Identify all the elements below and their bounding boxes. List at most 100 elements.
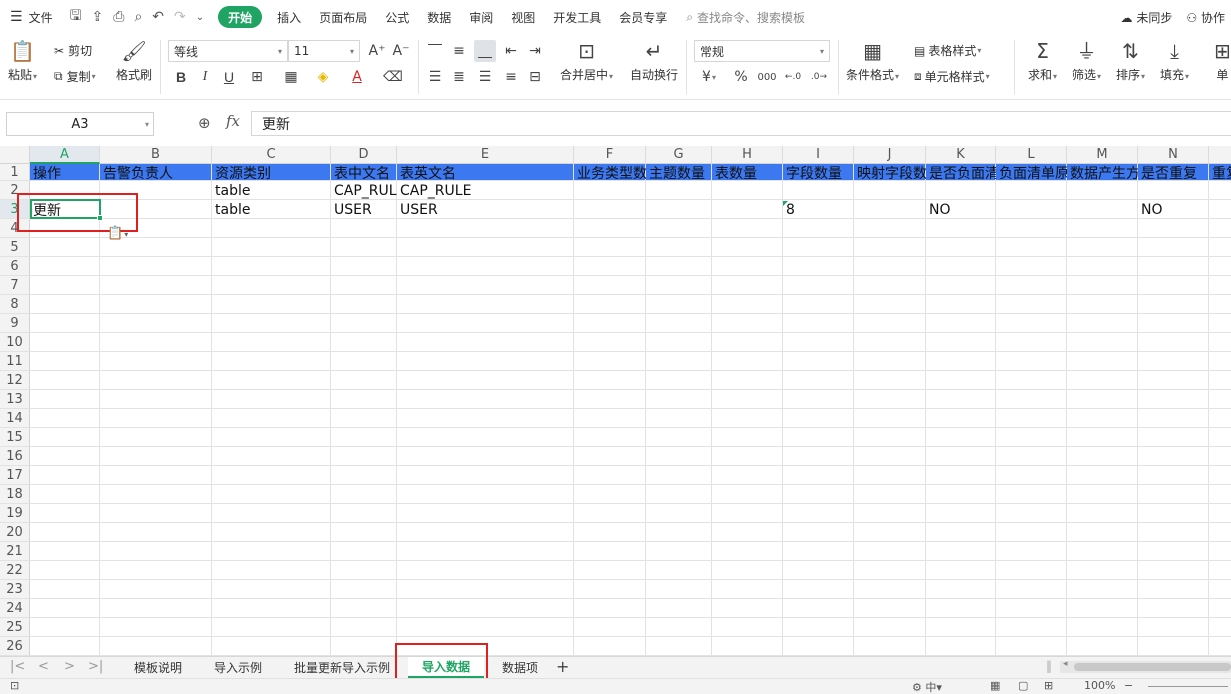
column-header[interactable]: E — [397, 146, 574, 164]
column-header[interactable]: B — [100, 146, 212, 164]
zoom-out-icon[interactable]: − — [1124, 679, 1133, 692]
cut-button[interactable]: ✂ 剪切 — [54, 42, 92, 59]
tab-home[interactable]: 开始 — [218, 6, 263, 28]
formula-input[interactable]: 更新 — [251, 111, 1231, 136]
sort-button[interactable]: ⇅ 排序▾ — [1116, 38, 1145, 83]
data-cell[interactable]: table — [212, 181, 331, 200]
row-header[interactable]: 15 — [0, 428, 30, 447]
column-header[interactable]: F — [574, 146, 646, 164]
file-menu[interactable]: ☰ 文件 — [0, 0, 62, 34]
column-header[interactable]: L — [996, 146, 1067, 164]
eraser-icon[interactable]: ⌫ — [382, 66, 404, 88]
add-sheet-icon[interactable]: + — [556, 657, 569, 676]
column-header[interactable]: C — [212, 146, 331, 164]
undo-icon[interactable]: ↶ — [152, 9, 164, 25]
distribute-icon[interactable]: ⊟ — [524, 66, 546, 88]
column-header[interactable]: D — [331, 146, 397, 164]
data-cell[interactable]: CAP_RULE — [331, 181, 397, 200]
row-header[interactable]: 10 — [0, 333, 30, 352]
data-cell[interactable]: NO — [926, 200, 996, 219]
first-sheet-icon[interactable]: |< — [10, 659, 25, 674]
data-cell[interactable]: table — [212, 200, 331, 219]
row-header[interactable]: 1 — [0, 164, 30, 181]
macro-record-icon[interactable]: ⊡ — [10, 679, 19, 692]
row-header[interactable]: 5 — [0, 238, 30, 257]
sheet-tab-bulk-update[interactable]: 批量更新导入示例 — [284, 657, 400, 678]
scroll-left-icon[interactable]: ◂ — [1063, 659, 1068, 669]
italic-button[interactable]: I — [194, 66, 216, 88]
outdent-icon[interactable]: ⇤ — [500, 40, 522, 62]
align-top-icon[interactable]: ⎺ — [424, 40, 446, 62]
header-cell[interactable]: 数据产生方 — [1067, 164, 1138, 182]
header-cell[interactable]: 表英文名 — [397, 164, 574, 182]
command-search[interactable]: ⌕ 查找命令、搜索模板 — [676, 9, 815, 26]
row-header[interactable]: 18 — [0, 485, 30, 504]
name-box[interactable]: A3 ▾ — [6, 112, 154, 136]
number-format-select[interactable]: 常规 ▾ — [694, 40, 830, 62]
header-cell[interactable]: 表中文名 — [331, 164, 397, 182]
print-preview-icon[interactable]: ⌕ — [134, 9, 142, 25]
redo-icon[interactable]: ↷ — [174, 9, 186, 25]
header-cell[interactable]: 表数量 — [712, 164, 783, 182]
header-cell[interactable]: 负面清单原 — [996, 164, 1067, 182]
cell-button[interactable]: ⊞ 单 — [1214, 38, 1231, 83]
align-center-icon[interactable]: ≣ — [448, 66, 470, 88]
next-sheet-icon[interactable]: > — [64, 659, 75, 674]
font-name-select[interactable]: 等线 ▾ — [168, 40, 288, 62]
row-header[interactable]: 24 — [0, 599, 30, 618]
select-all-corner[interactable] — [0, 146, 30, 164]
cell-style-button[interactable]: ⧈ 单元格样式 ▾ — [914, 68, 990, 85]
column-header[interactable]: K — [926, 146, 996, 164]
row-header[interactable]: 16 — [0, 447, 30, 466]
column-header[interactable]: A — [30, 146, 100, 164]
data-cell[interactable]: USER — [397, 200, 574, 219]
increase-font-icon[interactable]: A⁺ — [366, 40, 388, 62]
tab-formulas[interactable]: 公式 — [376, 0, 418, 34]
font-size-select[interactable]: 11 ▾ — [288, 40, 360, 62]
normal-view-icon[interactable]: ▦ — [990, 679, 1000, 692]
row-header[interactable]: 9 — [0, 314, 30, 333]
conditional-format-button[interactable]: ▦ 条件格式▾ — [846, 38, 899, 83]
splitter-icon[interactable]: ‖ — [1046, 659, 1052, 673]
data-cell[interactable]: NO — [1138, 200, 1209, 219]
header-cell[interactable]: 操作 — [30, 164, 100, 182]
header-cell[interactable]: 是否重复 — [1138, 164, 1209, 182]
print-icon[interactable]: ⎙ — [113, 9, 124, 25]
column-header[interactable] — [1209, 146, 1231, 164]
view-mode-icons[interactable]: ⚙ 中▾ — [912, 679, 942, 694]
tab-data[interactable]: 数据 — [418, 0, 460, 34]
underline-button[interactable]: U — [218, 66, 240, 88]
zoom-level[interactable]: 100% — [1084, 679, 1115, 692]
page-break-view-icon[interactable]: ⊞ — [1044, 679, 1053, 692]
tab-developer[interactable]: 开发工具 — [544, 0, 610, 34]
header-cell[interactable]: 字段数量 — [783, 164, 854, 182]
column-header[interactable]: M — [1067, 146, 1138, 164]
row-header[interactable]: 22 — [0, 561, 30, 580]
fill-style-icon[interactable]: ▦ — [280, 66, 302, 88]
row-header[interactable]: 20 — [0, 523, 30, 542]
fill-button[interactable]: ⤓ 填充▾ — [1160, 38, 1189, 83]
bold-button[interactable]: B — [170, 66, 192, 88]
row-header[interactable]: 8 — [0, 295, 30, 314]
last-sheet-icon[interactable]: >| — [88, 659, 103, 674]
header-cell[interactable]: 重复 — [1209, 164, 1231, 182]
row-header[interactable]: 25 — [0, 618, 30, 637]
tab-member[interactable]: 会员专享 — [610, 0, 676, 34]
thousands-button[interactable]: 000 — [756, 66, 778, 88]
percent-button[interactable]: % — [730, 66, 752, 88]
header-cell[interactable]: 告警负责人 — [100, 164, 212, 182]
column-header[interactable]: I — [783, 146, 854, 164]
data-cell[interactable]: USER — [331, 200, 397, 219]
increase-decimal-icon[interactable]: ←.0 — [782, 66, 804, 88]
sheet-tab-data-items[interactable]: 数据项 — [488, 657, 552, 678]
merge-center-button[interactable]: ⊡ 合并居中▾ — [560, 38, 613, 83]
borders-icon[interactable]: ⊞ — [246, 66, 268, 88]
data-cell[interactable]: CAP_RULE — [397, 181, 574, 200]
tab-view[interactable]: 视图 — [502, 0, 544, 34]
column-header[interactable]: N — [1138, 146, 1209, 164]
filter-button[interactable]: ⏚ 筛选▾ — [1072, 38, 1101, 83]
justify-icon[interactable]: ≡ — [500, 66, 522, 88]
page-layout-view-icon[interactable]: ▢ — [1018, 679, 1028, 692]
indent-icon[interactable]: ⇥ — [524, 40, 546, 62]
align-middle-icon[interactable]: ≡ — [448, 40, 470, 62]
